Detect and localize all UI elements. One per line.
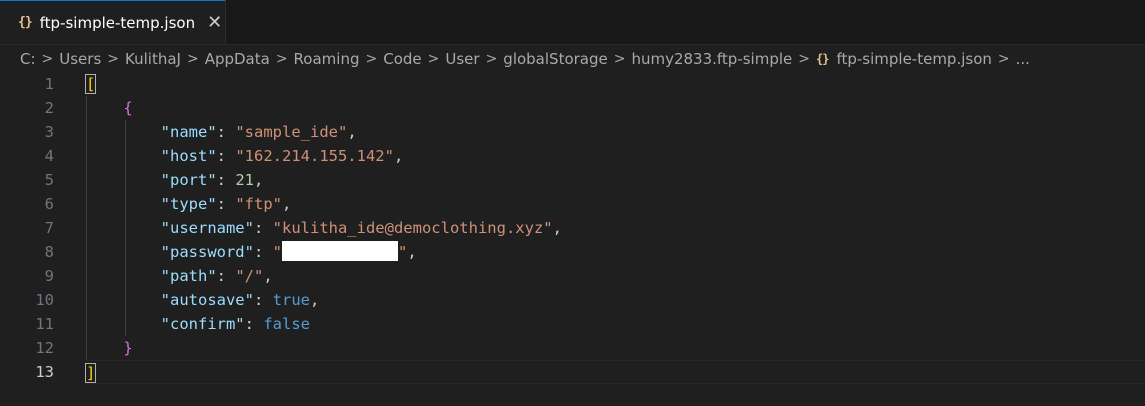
breadcrumb-item-drive[interactable]: C:	[20, 50, 36, 68]
json-value: "sample_ide"	[235, 123, 348, 141]
json-value: "/"	[235, 267, 264, 285]
line-number: 11	[35, 315, 54, 333]
code-line: 12 }	[0, 336, 1145, 360]
json-file-icon: {}	[816, 52, 829, 66]
json-key: "username"	[160, 219, 254, 237]
json-key: "type"	[160, 195, 217, 213]
json-key: "autosave"	[160, 291, 254, 309]
chevron-right-icon: >	[41, 51, 54, 67]
breadcrumb-more[interactable]: ...	[1016, 50, 1030, 68]
json-key: "host"	[160, 147, 217, 165]
code-line: 1 [	[0, 72, 1145, 96]
breadcrumb-item-roaming[interactable]: Roaming	[294, 50, 360, 68]
line-number: 10	[35, 291, 54, 309]
code-line: 4 "host": "162.214.155.142",	[0, 144, 1145, 168]
close-brace: }	[123, 339, 133, 357]
line-number: 6	[44, 195, 54, 213]
line-number: 2	[44, 99, 54, 117]
chevron-right-icon: >	[275, 51, 288, 67]
json-value: "ftp"	[235, 195, 282, 213]
chevron-right-icon: >	[427, 51, 440, 67]
redacted-password	[282, 241, 398, 261]
breadcrumb-item-extension-folder[interactable]: humy2833.ftp-simple	[631, 50, 792, 68]
tab-ftp-simple-temp-json[interactable]: {} ftp-simple-temp.json ✕	[0, 0, 226, 44]
line-number: 7	[44, 219, 54, 237]
code-line: 9 "path": "/",	[0, 264, 1145, 288]
breadcrumb-item-appdata[interactable]: AppData	[205, 50, 270, 68]
tab-title: ftp-simple-temp.json	[39, 13, 196, 32]
json-key: "name"	[160, 123, 217, 141]
json-key: "port"	[160, 171, 217, 189]
chevron-right-icon: >	[186, 51, 199, 67]
json-key: "path"	[160, 267, 217, 285]
chevron-right-icon: >	[365, 51, 378, 67]
json-value: "kulitha_ide@democlothing.xyz"	[272, 219, 553, 237]
code-line: 5 "port": 21,	[0, 168, 1145, 192]
code-line: 11 "confirm": false	[0, 312, 1145, 336]
breadcrumb-item-file[interactable]: ftp-simple-temp.json	[836, 50, 991, 68]
line-number: 9	[44, 267, 54, 285]
json-key: "confirm"	[160, 315, 245, 333]
json-file-icon: {}	[18, 15, 33, 30]
breadcrumb-item-code[interactable]: Code	[383, 50, 421, 68]
breadcrumb-item-user[interactable]: User	[445, 50, 479, 68]
chevron-right-icon: >	[997, 51, 1010, 67]
breadcrumb-item-users[interactable]: Users	[59, 50, 101, 68]
code-line: 2 {	[0, 96, 1145, 120]
open-brace: {	[123, 99, 133, 117]
code-line: 6 "type": "ftp",	[0, 192, 1145, 216]
code-editor[interactable]: 1 [ 2 { 3 "name": "sample_ide", 4 "host"…	[0, 72, 1145, 406]
chevron-right-icon: >	[798, 51, 810, 67]
code-line: 8 "password": " ",	[0, 240, 1145, 264]
tab-bar: {} ftp-simple-temp.json ✕	[0, 0, 1145, 45]
close-bracket: ]	[84, 363, 97, 383]
open-bracket: [	[84, 74, 97, 94]
json-value: "162.214.155.142"	[235, 147, 394, 165]
code-line: 10 "autosave": true,	[0, 288, 1145, 312]
chevron-right-icon: >	[613, 51, 626, 67]
line-number: 1	[44, 75, 54, 93]
line-number: 3	[44, 123, 54, 141]
close-icon[interactable]: ✕	[207, 13, 222, 32]
breadcrumb: C: > Users > KulithaJ > AppData > Roamin…	[0, 46, 1145, 72]
code-line: 7 "username": "kulitha_ide@democlothing.…	[0, 216, 1145, 240]
chevron-right-icon: >	[107, 51, 120, 67]
json-value: false	[263, 315, 310, 333]
json-value: 21	[235, 171, 254, 189]
breadcrumb-item-globalstorage[interactable]: globalStorage	[503, 50, 607, 68]
chevron-right-icon: >	[485, 51, 498, 67]
json-key: "password"	[160, 243, 254, 261]
line-number: 4	[44, 147, 54, 165]
line-number: 8	[44, 243, 54, 261]
line-number: 13	[35, 363, 54, 381]
line-number: 5	[44, 171, 54, 189]
line-number: 12	[35, 339, 54, 357]
code-line: 3 "name": "sample_ide",	[0, 120, 1145, 144]
code-line-current: 13 ]	[0, 360, 1145, 384]
breadcrumb-item-user-folder[interactable]: KulithaJ	[125, 50, 181, 68]
json-value: true	[272, 291, 310, 309]
